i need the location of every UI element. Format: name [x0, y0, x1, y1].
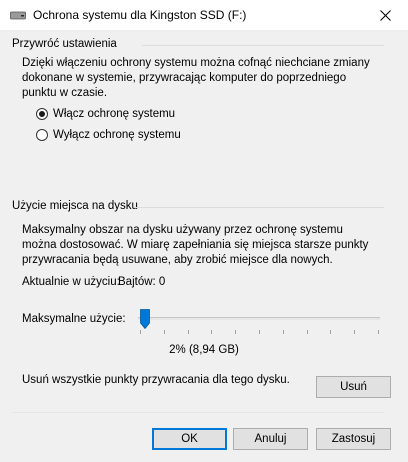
restore-description: Dzięki włączeniu ochrony systemu można c… — [22, 57, 370, 99]
delete-button[interactable]: Usuń — [316, 376, 391, 398]
max-usage-label: Maksymalne użycie: — [22, 313, 126, 325]
slider-tick — [354, 330, 356, 334]
current-usage-label: Aktualnie w użyciu: — [22, 276, 120, 288]
close-icon — [379, 9, 391, 21]
slider-tick — [378, 330, 379, 334]
slider-track — [138, 317, 380, 320]
slider-tick — [259, 330, 260, 334]
slider-ticks — [134, 330, 380, 334]
enable-protection-radio[interactable]: Włącz ochronę systemu — [36, 106, 175, 122]
window-title: Ochrona systemu dla Kingston SSD (F:) — [33, 8, 247, 22]
slider-tick — [235, 330, 237, 334]
disable-protection-label: Wyłącz ochronę systemu — [53, 129, 181, 141]
close-button[interactable] — [362, 0, 408, 30]
apply-button[interactable]: Zastosuj — [316, 428, 391, 450]
slider-tick — [330, 330, 332, 334]
max-usage-slider[interactable] — [134, 306, 380, 334]
slider-tick — [187, 330, 189, 334]
delete-restore-points-text: Usuń wszystkie punkty przywracania dla t… — [22, 374, 290, 386]
disk-usage-group-title: Użycie miejsca na dysku — [12, 200, 138, 212]
title-bar: Ochrona systemu dla Kingston SSD (F:) — [0, 0, 408, 30]
slider-tick — [211, 330, 213, 334]
radio-unselected-indicator — [36, 129, 48, 141]
current-usage-value: Bajtów: 0 — [118, 276, 166, 288]
slider-tick — [306, 330, 308, 334]
slider-tick — [282, 330, 284, 334]
ok-button[interactable]: OK — [152, 428, 227, 450]
slider-tick — [163, 330, 165, 334]
disk-usage-description: Maksymalny obszar na dysku używany przez… — [22, 224, 369, 266]
disable-protection-radio[interactable]: Wyłącz ochronę systemu — [36, 127, 181, 143]
radio-dot — [39, 111, 45, 117]
cancel-button[interactable]: Anuluj — [233, 428, 308, 450]
radio-selected-indicator — [36, 108, 48, 120]
enable-protection-label: Włącz ochronę systemu — [53, 108, 176, 120]
slider-tick — [140, 330, 141, 334]
slider-thumb[interactable] — [139, 309, 150, 329]
footer-divider — [12, 412, 384, 413]
max-usage-value: 2% (8,94 GB) — [169, 344, 239, 356]
drive-icon — [10, 11, 26, 20]
restore-group-title: Przywróć ustawienia — [12, 38, 117, 50]
restore-group-divider — [142, 45, 384, 46]
disk-usage-group-divider — [134, 207, 384, 208]
